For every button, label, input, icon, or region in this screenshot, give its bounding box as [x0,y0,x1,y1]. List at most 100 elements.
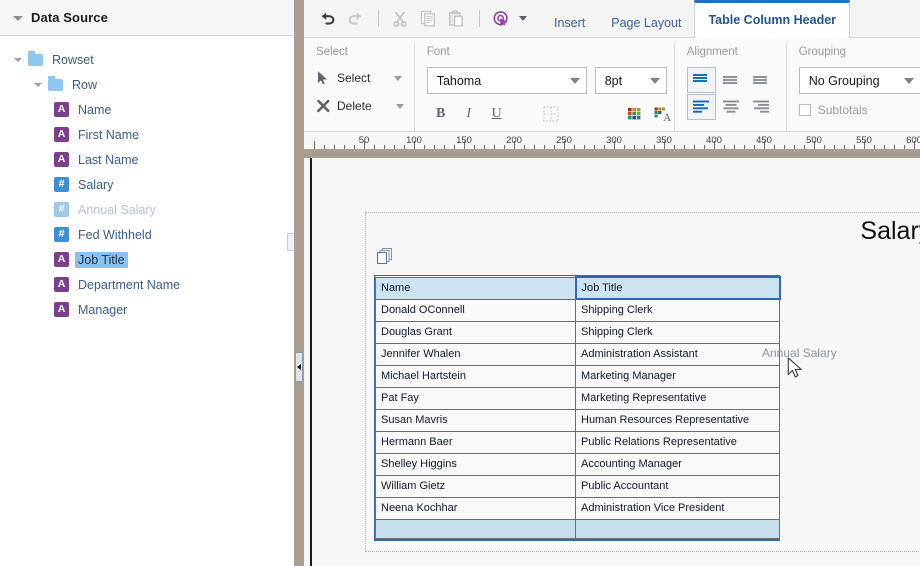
grouping-select[interactable]: No Grouping [798,67,920,94]
table-cell[interactable]: Donald OConnell [375,298,576,322]
tab-page-layout[interactable]: Page Layout [598,8,694,38]
tree-item-last-name[interactable]: A Last Name [0,147,303,172]
table-cell[interactable]: Administration Vice President [575,496,780,520]
tree-item-manager[interactable]: A Manager [0,297,303,322]
table-cell[interactable]: William Gietz [375,474,576,498]
chevron-collapse-icon[interactable] [13,16,23,21]
align-middle-button[interactable] [717,67,746,93]
copy-button[interactable] [415,6,441,32]
bold-button[interactable]: B [427,102,455,126]
align-bottom-button[interactable] [747,67,776,93]
align-center-button[interactable] [717,94,746,120]
cut-button[interactable] [387,6,413,32]
tab-table-column-header[interactable]: Table Column Header [694,0,851,38]
design-canvas[interactable]: Salary Repo Name Job Title Donald OConne… [310,158,920,566]
table-cell[interactable]: Michael Hartstein [375,364,576,388]
splitter-collapse-handle[interactable] [295,352,303,382]
table-row[interactable]: Douglas Grant Shipping Clerk [375,320,780,344]
tree-item-salary[interactable]: # Salary [0,172,303,197]
align-top-icon [693,74,708,82]
delete-command[interactable]: Delete [316,95,404,117]
table-cell[interactable]: Shelley Higgins [375,452,576,476]
report-table-wrapper[interactable]: Name Job Title Donald OConnell Shipping C… [374,275,781,541]
font-family-select[interactable]: Tahoma [426,67,587,94]
tree-item-row[interactable]: Row [0,72,303,97]
italic-button[interactable]: I [455,102,483,126]
select-target-dropdown-caret[interactable] [519,16,527,21]
borders-button[interactable] [537,102,565,126]
table-cell[interactable]: Shipping Clerk [575,320,780,344]
table-row[interactable]: Jennifer Whalen Administration Assistant [375,342,780,366]
repeating-section-icon[interactable] [376,247,394,265]
align-right-button[interactable] [747,94,776,120]
tree-item-fed-withheld[interactable]: # Fed Withheld [0,222,303,247]
table-cell[interactable]: Jennifer Whalen [375,342,576,366]
table-row[interactable]: Donald OConnell Shipping Clerk [375,298,780,322]
tree-item-job-title[interactable]: A Job Title [0,247,303,272]
paste-button[interactable] [443,6,469,32]
table-row[interactable]: Shelley Higgins Accounting Manager [375,452,780,476]
table-cell[interactable]: Pat Fay [375,386,576,410]
tab-insert[interactable]: Insert [541,8,598,38]
ruler-label: 150 [456,135,472,146]
tree-item-rowset[interactable]: Rowset [0,47,303,72]
table-cell[interactable]: Marketing Representative [575,386,780,410]
copy-icon [420,10,435,27]
table-row[interactable]: William Gietz Public Accountant [375,474,780,498]
color-palette-icon [627,107,641,119]
column-header-job-title[interactable]: Job Title [574,276,781,300]
table-cell[interactable]: Susan Mavris [375,408,576,432]
tree-item-label: Job Title [75,251,128,268]
align-left-button[interactable] [686,94,716,120]
table-footer-cell[interactable] [575,518,780,539]
table-row[interactable]: Hermann Baer Public Relations Representat… [375,430,780,454]
table-cell[interactable]: Hermann Baer [375,430,576,454]
data-source-header[interactable]: Data Source [0,0,303,36]
table-row[interactable]: Susan Mavris Human Resources Representati… [375,408,780,432]
text-color-button[interactable]: A [649,102,677,126]
tree-item-name[interactable]: A Name [0,97,303,122]
table-cell[interactable]: Public Accountant [575,474,780,498]
tree-item-label: Last Name [78,152,139,167]
table-row[interactable]: Michael Hartstein Marketing Manager [375,364,780,388]
table-footer-cell[interactable] [375,518,576,539]
table-cell[interactable]: Administration Assistant [575,342,780,366]
tree-expander-icon[interactable] [34,82,42,87]
table-footer-row[interactable] [375,518,780,539]
report-body-region[interactable]: Salary Repo Name Job Title Donald OConne… [365,212,920,552]
tree-expander-icon[interactable] [14,57,22,62]
subtotals-checkbox[interactable] [798,104,811,116]
ruler-tick [594,145,595,149]
table-row[interactable]: Neena Kochhar Administration Vice Preside… [375,496,780,520]
table-cell[interactable]: Marketing Manager [575,364,780,388]
ruler-tick [544,145,545,149]
table-cell[interactable]: Human Resources Representative [575,408,780,432]
chevron-down-icon [903,77,914,84]
tree-item-first-name[interactable]: A First Name [0,122,303,147]
font-size-select[interactable]: 8pt [594,67,667,94]
report-designer-window: Data Source Rowset Row A Name A First Name A La… [0,0,920,566]
column-header-name[interactable]: Name [375,276,576,300]
delete-dropdown-caret[interactable] [395,103,404,109]
table-cell[interactable]: Accounting Manager [575,452,780,476]
ruler-tick [604,145,605,149]
select-label: Select [337,71,371,85]
undo-button[interactable] [314,6,340,32]
table-cell[interactable]: Douglas Grant [375,320,576,344]
report-title[interactable]: Salary Repo [860,217,920,246]
select-command[interactable]: Select [316,67,404,89]
align-top-button[interactable] [686,67,716,93]
panel-splitter[interactable] [294,0,304,566]
subtotals-row[interactable]: Subtotals [798,103,920,117]
table-cell[interactable]: Neena Kochhar [375,496,576,520]
underline-button[interactable]: U [483,102,511,126]
redo-button[interactable] [342,6,368,32]
fill-color-button[interactable] [621,102,649,126]
table-cell[interactable]: Shipping Clerk [575,298,780,322]
select-target-button[interactable] [488,6,514,32]
select-dropdown-caret[interactable] [394,75,403,81]
table-cell[interactable]: Public Relations Representative [575,430,780,454]
tree-item-annual-salary[interactable]: # Annual Salary [0,197,303,222]
table-row[interactable]: Pat Fay Marketing Representative [375,386,780,410]
tree-item-department-name[interactable]: A Department Name [0,272,303,297]
